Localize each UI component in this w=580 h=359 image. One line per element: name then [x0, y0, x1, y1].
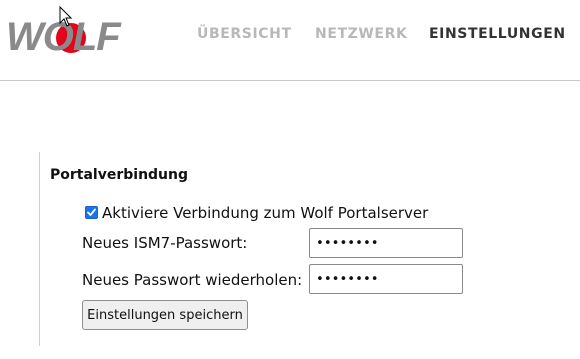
repeat-password-input[interactable]	[309, 264, 463, 294]
wolf-logo[interactable]: WOLF	[4, 10, 136, 56]
header-divider	[0, 80, 580, 81]
panel-left-border	[39, 152, 40, 346]
nav-uebersicht[interactable]: ÜBERSICHT	[197, 26, 292, 42]
new-password-input[interactable]	[309, 228, 463, 258]
nav-einstellungen[interactable]: EINSTELLUNGEN	[429, 26, 566, 42]
checkmark-icon	[87, 208, 96, 216]
logo-wordmark: WOLF	[6, 15, 122, 56]
app-header: WOLF ÜBERSICHT NETZWERK EINSTELLUNGEN	[0, 0, 580, 80]
section-title: Portalverbindung	[50, 167, 189, 183]
repeat-password-label: Neues Passwort wiederholen:	[82, 271, 303, 289]
portal-enable-checkbox[interactable]	[85, 206, 98, 219]
portal-enable-label[interactable]: Aktiviere Verbindung zum Wolf Portalserv…	[102, 204, 428, 222]
new-password-label: Neues ISM7-Passwort:	[82, 234, 248, 252]
save-settings-button[interactable]: Einstellungen speichern	[82, 300, 248, 330]
nav-netzwerk[interactable]: NETZWERK	[315, 26, 407, 42]
